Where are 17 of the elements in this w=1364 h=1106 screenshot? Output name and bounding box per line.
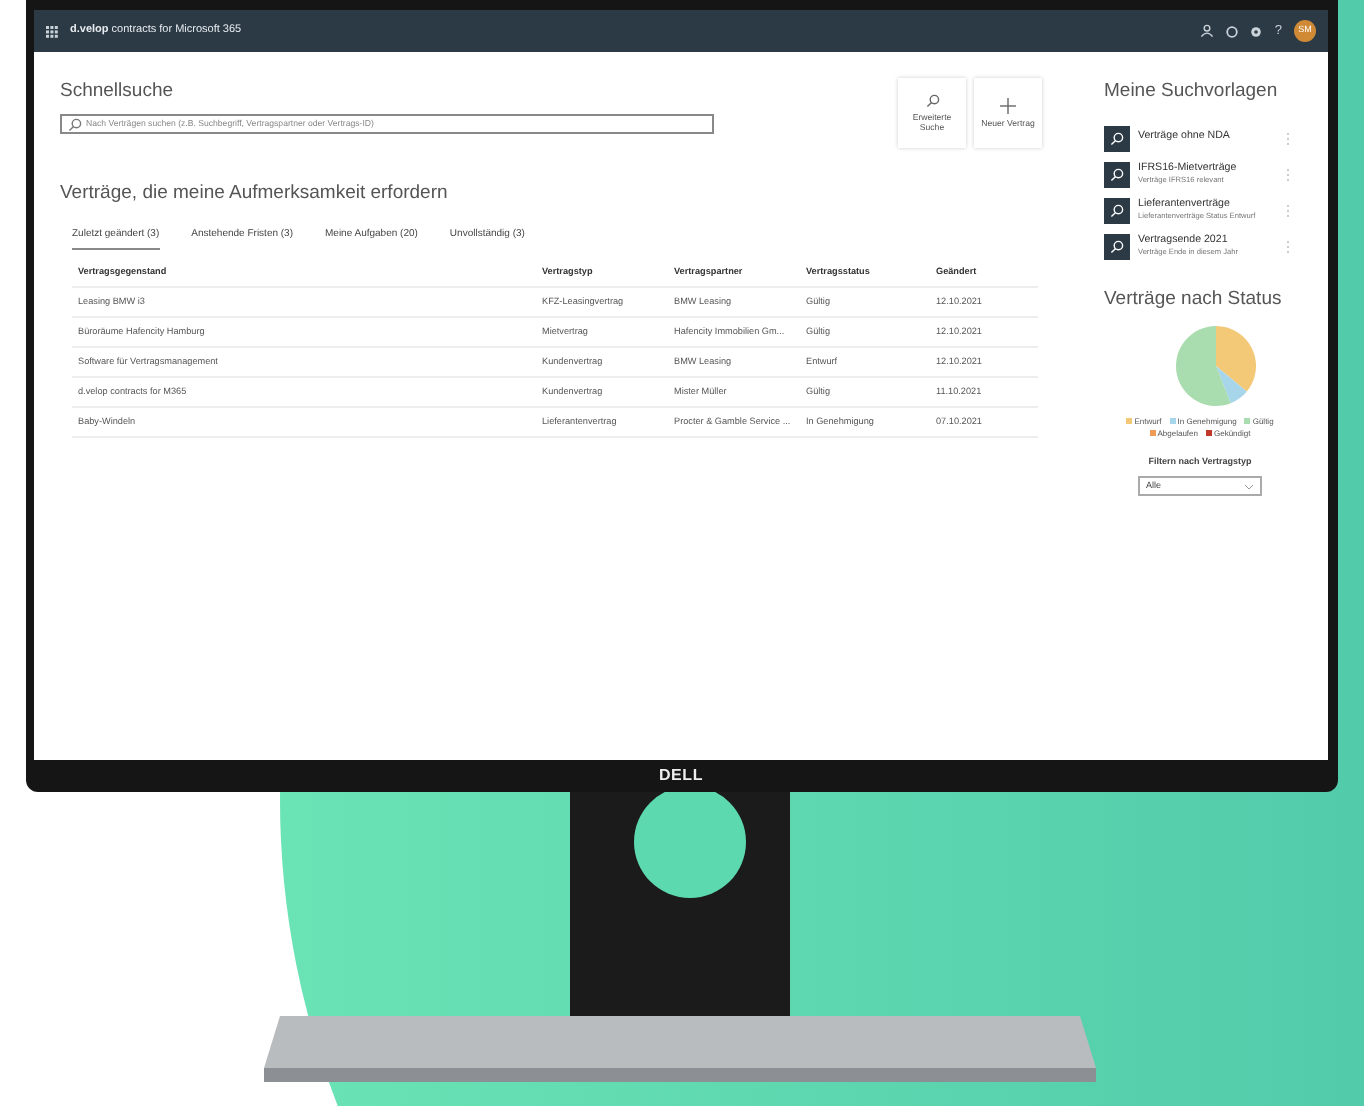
brand-logo: DELL (658, 764, 704, 788)
search-icon (1104, 197, 1130, 224)
plus-icon (1000, 97, 1016, 114)
search-icon (925, 93, 939, 108)
pie-chart-drawing (1174, 323, 1258, 407)
search-icon (68, 117, 82, 132)
person-icon[interactable] (1200, 24, 1215, 38)
section-title: Verträge nach Status (1104, 286, 1284, 315)
search-icon (1104, 161, 1130, 188)
search-icon (1104, 233, 1130, 260)
chevron-down-icon (1244, 483, 1254, 490)
section-title: Schnellsuche (60, 78, 176, 106)
search-icon (1104, 125, 1130, 152)
section-title: Verträge, die meine Aufmerksamkeit erfordern (60, 180, 450, 208)
section-title: Meine Suchvorlagen (1104, 78, 1280, 106)
app-launcher-icon[interactable] (46, 25, 58, 37)
settings-icon[interactable] (1250, 25, 1263, 37)
